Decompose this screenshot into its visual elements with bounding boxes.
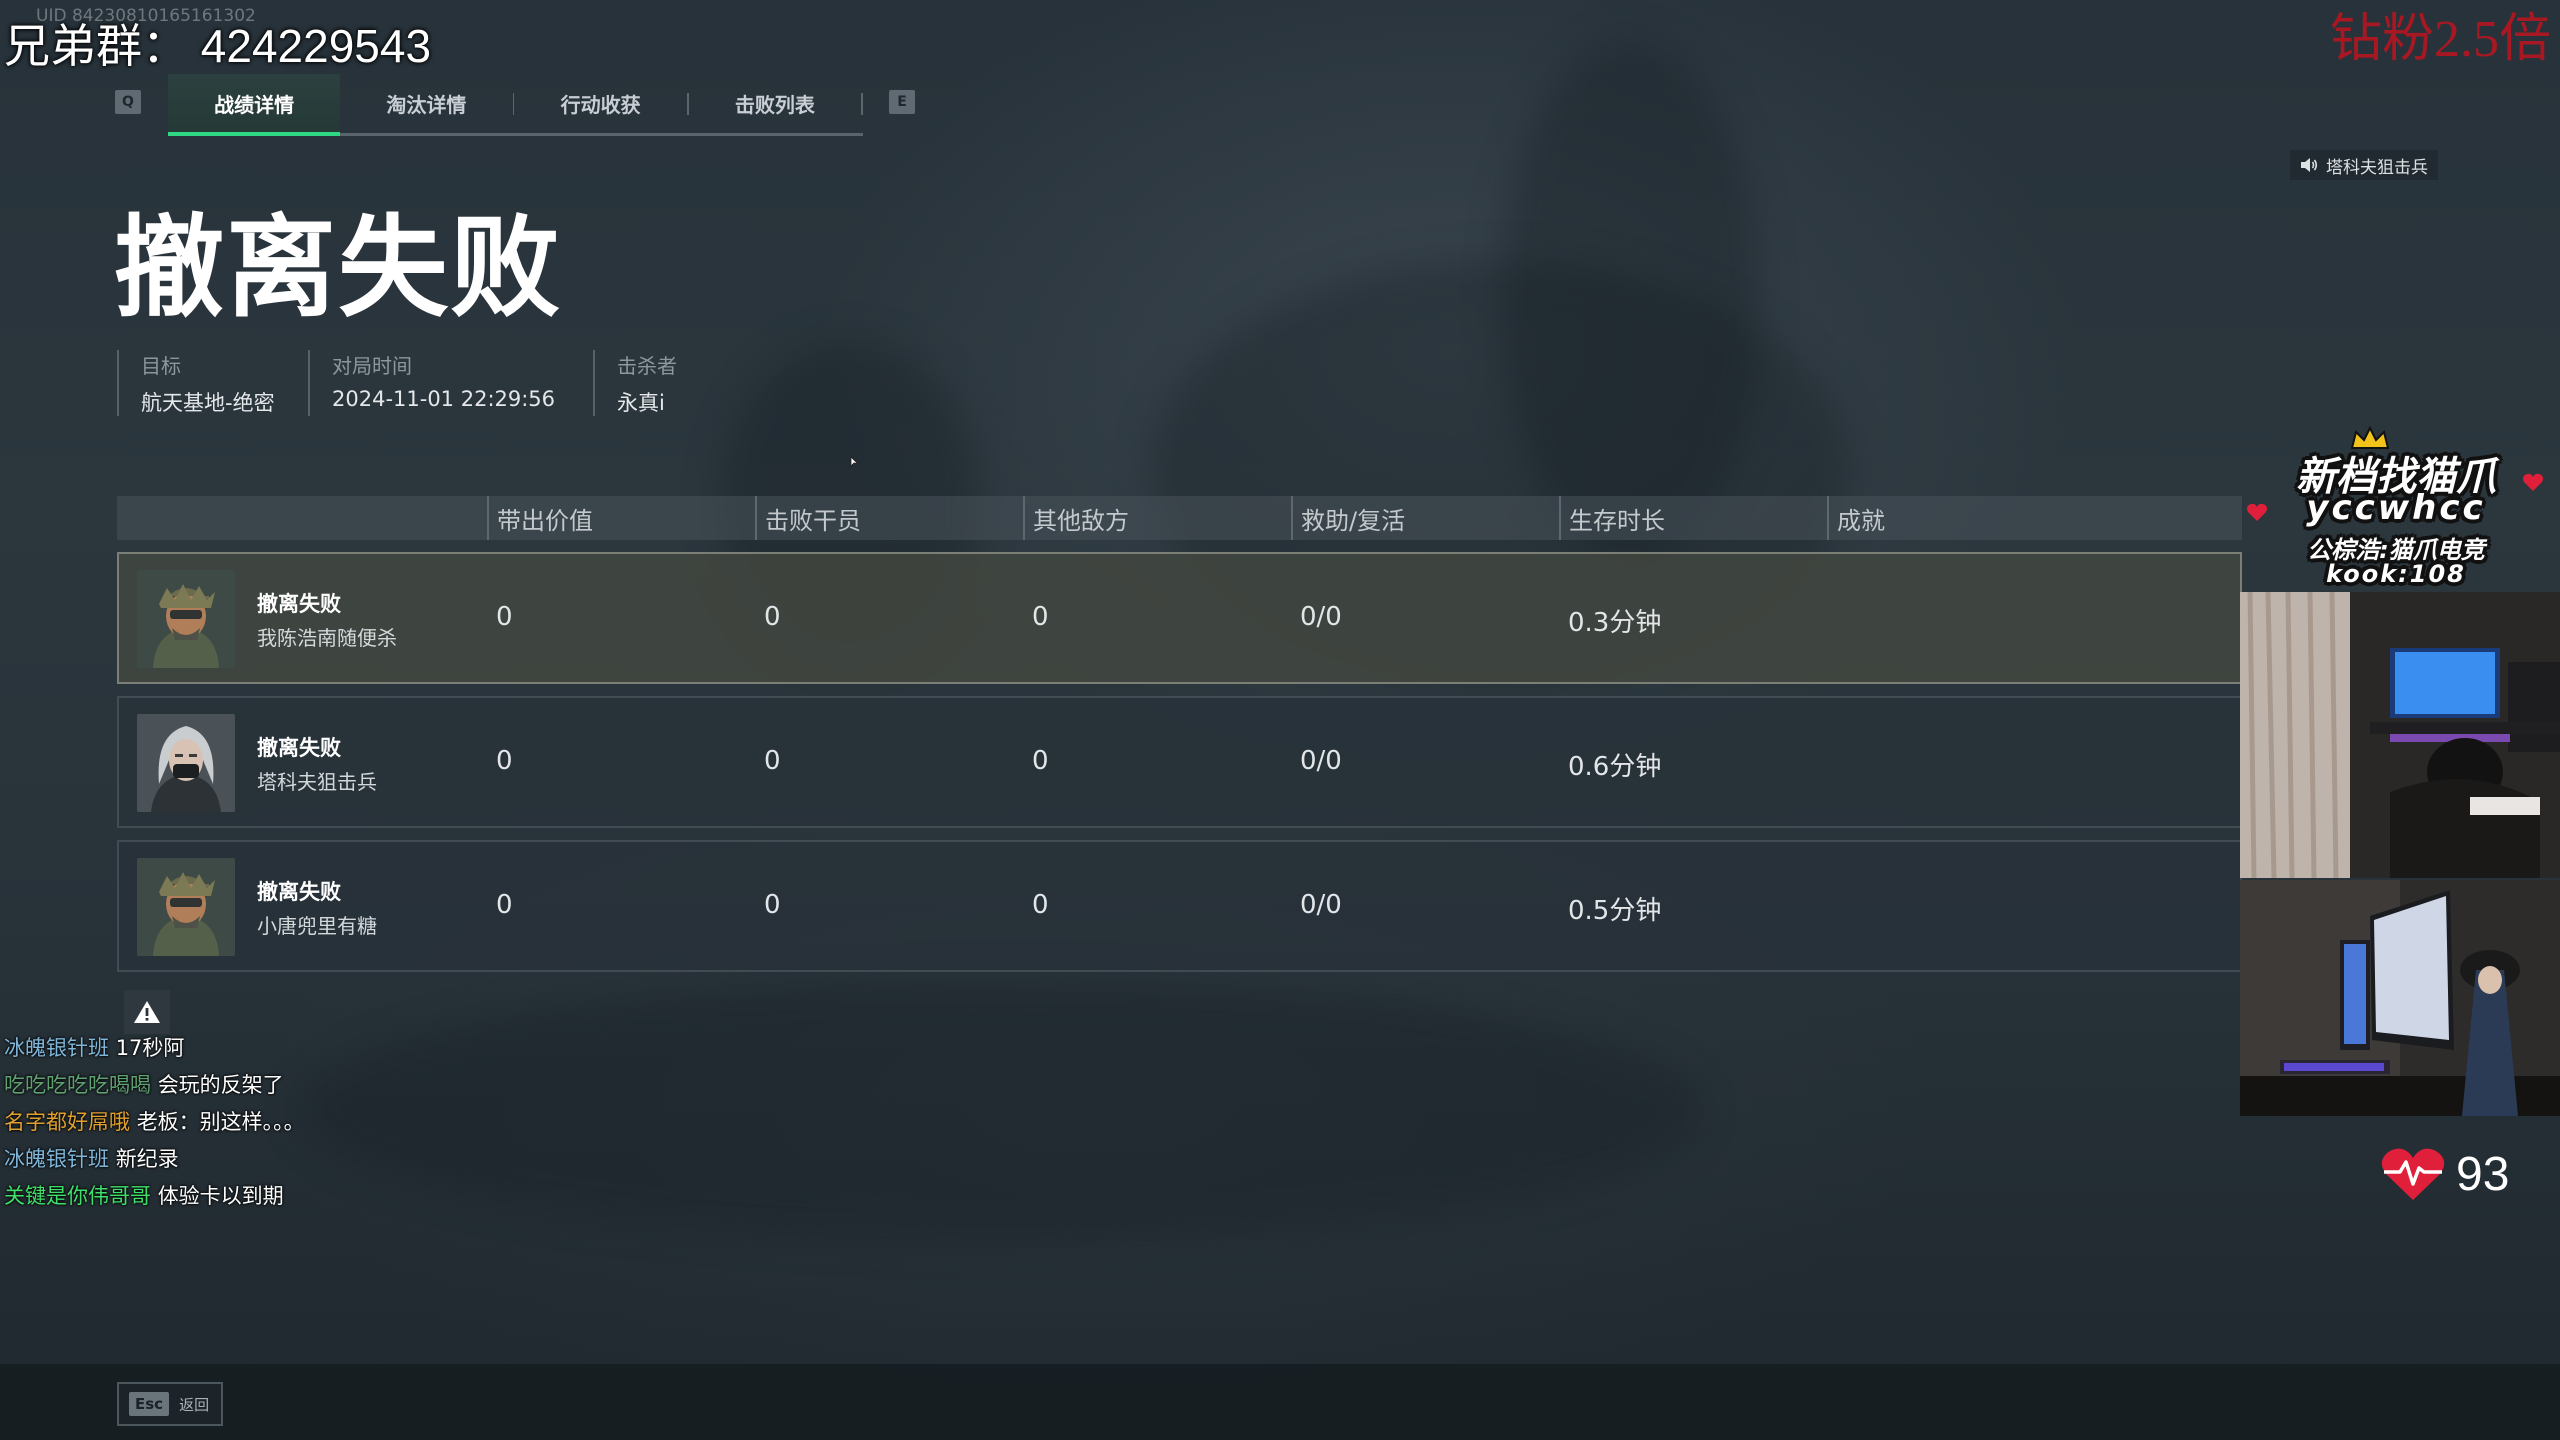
back-button[interactable]: Esc 返回 bbox=[117, 1382, 224, 1426]
warning-icon bbox=[134, 1001, 160, 1023]
chat-username: 冰魄银针班 bbox=[4, 1147, 109, 1171]
group-number-overlay: 兄弟群： 424229543 bbox=[4, 20, 432, 72]
table-row[interactable]: 撤离失败 塔科夫狙击兵 0 0 0 0/0 0.6分钟 bbox=[117, 696, 2242, 828]
table-row[interactable]: 撤离失败 我陈浩南随便杀 0 0 0 0/0 0.3分钟 bbox=[117, 552, 2242, 684]
heartbeat-icon bbox=[2381, 1148, 2445, 1200]
table-header: 带出价值 击败干员 其他敌方 救助/复活 生存时长 成就 bbox=[117, 496, 2242, 540]
chat-username: 冰魄银针班 bbox=[4, 1036, 109, 1060]
player-avatar bbox=[137, 858, 235, 956]
chat-text: 17秒阿 bbox=[115, 1036, 185, 1060]
info-target-value: 航天基地-绝密 bbox=[141, 391, 275, 415]
chat-text: 老板：别这样。。。 bbox=[136, 1110, 305, 1134]
player-avatar bbox=[137, 714, 235, 812]
stream-chat: 冰魄银针班 17秒阿 吃吃吃吃吃喝喝 会玩的反架了 名字都好屌哦 老板：别这样。… bbox=[4, 1030, 305, 1215]
row-player-name: 小唐兜里有糖 bbox=[257, 914, 377, 938]
promo-overlay: 钻粉2.5倍 bbox=[2330, 11, 2552, 68]
info-killer-label: 击杀者 bbox=[617, 354, 677, 378]
row-revive: 0/0 bbox=[1300, 746, 1342, 776]
row-other-enemies: 0 bbox=[1032, 890, 1049, 920]
webcam-feed bbox=[2240, 880, 2560, 1116]
report-button[interactable] bbox=[124, 990, 170, 1034]
chat-message: 吃吃吃吃吃喝喝 会玩的反架了 bbox=[4, 1067, 305, 1104]
chat-message: 名字都好屌哦 老板：别这样。。。 bbox=[4, 1104, 305, 1141]
tab-record-details[interactable]: 战绩详情 bbox=[168, 74, 341, 136]
row-status: 撤离失败 bbox=[257, 880, 341, 904]
back-label: 返回 bbox=[179, 1395, 210, 1414]
table-row[interactable]: 撤离失败 小唐兜里有糖 0 0 0 0/0 0.5分钟 bbox=[117, 840, 2242, 972]
row-survival-time: 0.3分钟 bbox=[1568, 608, 1662, 638]
heart-rate-widget: 93 bbox=[2380, 1146, 2509, 1202]
info-match-time: 对局时间 2024-11-01 22:29:56 bbox=[308, 350, 555, 416]
chat-message: 冰魄银针班 17秒阿 bbox=[4, 1030, 305, 1067]
col-header-other-enemies: 其他敌方 bbox=[1023, 496, 1129, 540]
esc-key: Esc bbox=[129, 1392, 170, 1416]
chat-username: 吃吃吃吃吃喝喝 bbox=[4, 1073, 151, 1097]
info-killer: 击杀者 永真i bbox=[593, 350, 677, 416]
player-avatar bbox=[137, 570, 235, 668]
row-status: 撤离失败 bbox=[257, 736, 341, 760]
voice-chat-tag: 塔科夫狙击兵 bbox=[2290, 150, 2438, 180]
row-extracted-value: 0 bbox=[496, 746, 513, 776]
row-revive: 0/0 bbox=[1300, 602, 1342, 632]
row-status: 撤离失败 bbox=[257, 592, 341, 616]
info-time-label: 对局时间 bbox=[332, 354, 412, 378]
col-header-survival-time: 生存时长 bbox=[1559, 496, 1665, 540]
heart-rate-value: 93 bbox=[2456, 1147, 2510, 1201]
info-time-value: 2024-11-01 22:29:56 bbox=[332, 387, 556, 411]
heart-icon bbox=[2523, 473, 2543, 491]
tab-defeat-list[interactable]: 击败列表 bbox=[689, 74, 861, 133]
row-revive: 0/0 bbox=[1300, 890, 1342, 920]
col-header-operator-kills: 击败干员 bbox=[755, 496, 861, 540]
row-operator-kills: 0 bbox=[764, 746, 781, 776]
chat-message: 冰魄银针班 新纪录 bbox=[4, 1141, 305, 1178]
tab-elimination-details[interactable]: 淘汰详情 bbox=[340, 74, 512, 133]
chat-text: 体验卡以到期 bbox=[157, 1184, 284, 1208]
row-other-enemies: 0 bbox=[1032, 746, 1049, 776]
tab-bar: 战绩详情 淘汰详情 行动收获 击败列表 bbox=[168, 74, 863, 136]
row-operator-kills: 0 bbox=[764, 602, 781, 632]
row-player-name: 我陈浩南随便杀 bbox=[257, 626, 397, 650]
chat-text: 新纪录 bbox=[115, 1147, 179, 1171]
page-title: 撤离失败 bbox=[114, 204, 562, 332]
row-extracted-value: 0 bbox=[496, 602, 513, 632]
col-header-achievement: 成就 bbox=[1827, 496, 1885, 540]
prev-tab-key[interactable]: Q bbox=[115, 90, 141, 114]
row-player-name: 塔科夫狙击兵 bbox=[257, 770, 377, 794]
speaker-icon bbox=[2301, 158, 2318, 172]
row-operator-kills: 0 bbox=[764, 890, 781, 920]
chat-username: 关键是你伟哥哥 bbox=[4, 1184, 151, 1208]
row-survival-time: 0.5分钟 bbox=[1568, 896, 1662, 926]
col-header-extracted-value: 带出价值 bbox=[487, 496, 593, 540]
info-target: 目标 航天基地-绝密 bbox=[117, 350, 275, 416]
row-other-enemies: 0 bbox=[1032, 602, 1049, 632]
logo-line-2: yccwhcc bbox=[2306, 488, 2486, 528]
streamer-logo: 新档找猫爪 yccwhcc 公棕浩:猫爪电竞 kook:108 bbox=[2246, 426, 2546, 590]
col-header-revive: 救助/复活 bbox=[1291, 496, 1405, 540]
mouse-cursor-icon bbox=[850, 456, 860, 467]
tab-divider bbox=[860, 92, 863, 115]
voice-chat-name: 塔科夫狙击兵 bbox=[2326, 157, 2428, 178]
chat-username: 名字都好屌哦 bbox=[4, 1110, 130, 1134]
row-extracted-value: 0 bbox=[496, 890, 513, 920]
chat-text: 会玩的反架了 bbox=[157, 1073, 284, 1097]
chat-message: 关键是你伟哥哥 体验卡以到期 bbox=[4, 1178, 305, 1215]
bottom-bar bbox=[0, 1364, 2560, 1440]
webcam-feed bbox=[2240, 592, 2560, 878]
info-killer-value: 永真i bbox=[617, 391, 665, 415]
tab-action-rewards[interactable]: 行动收获 bbox=[514, 74, 686, 133]
logo-line-4: kook:108 bbox=[2326, 560, 2466, 588]
row-survival-time: 0.6分钟 bbox=[1568, 752, 1662, 782]
info-target-label: 目标 bbox=[141, 354, 181, 378]
heart-icon bbox=[2247, 503, 2267, 521]
next-tab-key[interactable]: E bbox=[889, 90, 915, 114]
